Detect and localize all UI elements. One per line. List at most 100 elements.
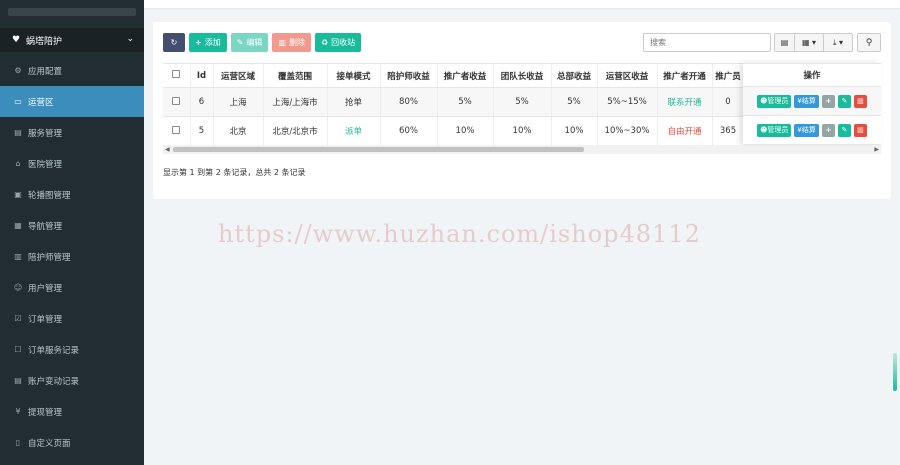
toolbar: ↻ + 添加 ✎ 编辑 ▥ 删除 ♻ 回收站 [163, 33, 362, 52]
sidebar-item-label: 订单服务记录 [28, 345, 80, 356]
refresh-button[interactable]: ↻ [163, 33, 185, 52]
pagination-info: 显示第 1 到第 2 条记录，总共 2 条记录 [163, 168, 306, 177]
pencil-icon: ✎ [841, 126, 848, 134]
pencil-icon: ✎ [236, 38, 244, 47]
sidebar-item[interactable]: ⚙ 应用配置 [0, 55, 144, 86]
column-header[interactable]: 总部收益 [551, 63, 598, 88]
manager-button[interactable]: ☻ 管理员 [757, 123, 792, 137]
column-header[interactable]: 运营区域 [213, 63, 264, 88]
delete-row-button[interactable]: ▥ [853, 123, 867, 137]
search-icon: ⚲ [865, 37, 873, 48]
table-cell-leader: 10% [493, 116, 552, 145]
toggle-view-button[interactable]: ▤ [774, 33, 795, 52]
table-cell-escort: 80% [380, 87, 438, 117]
sidebar-item-label: 订单管理 [28, 314, 63, 325]
table-cell-promoter: 5% [437, 87, 494, 117]
search-input[interactable] [643, 33, 771, 52]
sidebar-group-header[interactable]: ♥ 蜗塔陪护 ⌄ [0, 28, 144, 52]
recycle-bin-button[interactable]: ♻ 回收站 [314, 33, 362, 52]
export-button[interactable]: ⤓ ▾ [823, 33, 853, 52]
edit-button[interactable]: ✎ 编辑 [230, 33, 269, 52]
plus-button[interactable]: + [821, 94, 835, 108]
sidebar: ♥ 蜗塔陪护 ⌄ ⚙ 应用配置 ▭ 运营区 ▤ 服务管理 ⌂ 医院管理 ▣ 轮播图管理 ▦ 导航管理 ▥… [0, 0, 144, 465]
table-cell-hq: 10% [551, 116, 598, 145]
column-header[interactable]: 推广者开通 [657, 63, 713, 88]
table-row[interactable]: 5 北京 北京/北京市 派单 60% 10% 10% 10% 10%~30% 自由开通 365 [163, 116, 745, 145]
table-cell-mode: 派单 [327, 116, 381, 145]
row-checkbox[interactable] [172, 96, 181, 105]
column-header[interactable]: 推广员 [712, 63, 745, 88]
sidebar-item[interactable]: ☑ 订单管理 [0, 303, 144, 334]
yen-icon: ¥ [15, 407, 21, 416]
edit-row-button[interactable]: ✎ [837, 94, 851, 108]
scroll-right-icon[interactable]: ▶ [874, 146, 879, 153]
search-toggle-button[interactable]: ⚲ [857, 33, 881, 52]
edit-row-button[interactable]: ✎ [837, 123, 851, 137]
table-cell-id: 5 [190, 116, 214, 145]
sidebar-item[interactable]: ▣ 轮播图管理 [0, 179, 144, 210]
sidebar-item[interactable]: ¥ 提现管理 [0, 396, 144, 427]
manager-button[interactable]: ☻ 管理员 [757, 94, 792, 108]
sidebar-item[interactable]: ▦ 导航管理 [0, 210, 144, 241]
table-cell-mode: 抢单 [327, 87, 381, 117]
sidebar-group-label: 蜗塔陪护 [26, 36, 63, 47]
table-row[interactable]: 6 上海 上海/上海市 抢单 80% 5% 5% 5% 5%~15% 联系开通 0 [163, 87, 745, 117]
sidebar-item[interactable]: ▯ 自定义页面 [0, 427, 144, 458]
column-header[interactable]: 运营区收益 [597, 63, 658, 88]
floating-side-tab[interactable] [893, 353, 897, 391]
sidebar-item-label: 医院管理 [28, 159, 63, 170]
delete-row-button[interactable]: ▥ [853, 94, 867, 108]
sidebar-item[interactable]: ☺ 用户管理 [0, 272, 144, 303]
sidebar-item[interactable]: ▤ 服务管理 [0, 117, 144, 148]
column-header[interactable]: 团队长收益 [493, 63, 552, 88]
table-cell-promoter: 10% [437, 116, 494, 145]
plus-button[interactable]: + [821, 123, 835, 137]
select-all-cell[interactable] [163, 63, 191, 88]
scroll-left-icon[interactable]: ◀ [165, 146, 170, 153]
operations-column: 操作 ☻ 管理员 ¥ 结算 + ✎ ▥ ☻ 管理员 ¥ 结算 + ✎ ▥ [743, 63, 881, 145]
gear-icon: ⚙ [14, 66, 22, 75]
sidebar-item[interactable]: ▤ 账户变动记录 [0, 365, 144, 396]
columns-button[interactable]: ▦ ▾ [794, 33, 824, 52]
column-header[interactable]: 接单模式 [327, 63, 381, 88]
column-header[interactable]: 覆盖范围 [263, 63, 328, 88]
sidebar-item-label: 用户管理 [28, 283, 63, 294]
order-log-icon: ☐ [14, 345, 22, 354]
row-checkbox[interactable] [172, 125, 181, 134]
horizontal-scrollbar[interactable]: ◀ ▶ [163, 145, 881, 154]
page-icon: ▯ [15, 438, 21, 447]
columns-icon: ▦ ▾ [801, 38, 817, 47]
sidebar-logo-bar [8, 8, 136, 16]
sidebar-item[interactable]: ☐ 订单服务记录 [0, 334, 144, 365]
table-cell-hq: 5% [551, 87, 598, 117]
user-icon: ☻ [760, 126, 768, 134]
settle-button[interactable]: ¥ 结算 [794, 123, 819, 137]
add-button[interactable]: + 添加 [189, 33, 227, 52]
sidebar-item-label: 轮播图管理 [28, 190, 71, 201]
row-select-cell[interactable] [163, 116, 191, 145]
sidebar-item-label: 导航管理 [28, 221, 63, 232]
order-icon: ☑ [14, 314, 22, 323]
sidebar-item[interactable]: ▭ 运营区 [0, 86, 144, 117]
refresh-icon: ↻ [170, 38, 178, 47]
content-panel: ↻ +添加 ✎编辑 ▥删除 ♻回收站 ▤ ▦ ▾ ⤓ ▾ ⚲ Id 运营区域 覆… [153, 22, 891, 199]
column-header[interactable]: 推广者收益 [437, 63, 494, 88]
sidebar-item[interactable]: ▥ 陪护师管理 [0, 241, 144, 272]
scrollbar-thumb[interactable] [173, 147, 584, 152]
settle-button[interactable]: ¥ 结算 [794, 94, 819, 108]
recycle-icon: ♻ [320, 38, 329, 47]
select-all-checkbox[interactable] [172, 70, 181, 78]
watermark-text: https://www.huzhan.com/ishop48112 [218, 220, 701, 248]
image-icon: ▣ [14, 190, 22, 199]
chevron-down-icon: ⌄ [126, 34, 134, 44]
column-header[interactable]: Id [190, 63, 214, 88]
sidebar-menu: ⚙ 应用配置 ▭ 运营区 ▤ 服务管理 ⌂ 医院管理 ▣ 轮播图管理 ▦ 导航管理 ▥ 陪护师管理 ☺ 用户管… [0, 55, 144, 458]
delete-button[interactable]: ▥ 删除 [272, 33, 311, 52]
sidebar-item-label: 提现管理 [28, 407, 63, 418]
row-select-cell[interactable] [163, 87, 191, 117]
table-tools: ▤ ▦ ▾ ⤓ ▾ [774, 33, 853, 52]
column-header[interactable]: 陪护师收益 [380, 63, 438, 88]
settle-button-label: 结算 [801, 126, 816, 134]
sidebar-item[interactable]: ⌂ 医院管理 [0, 148, 144, 179]
sidebar-item-label: 账户变动记录 [28, 376, 80, 387]
